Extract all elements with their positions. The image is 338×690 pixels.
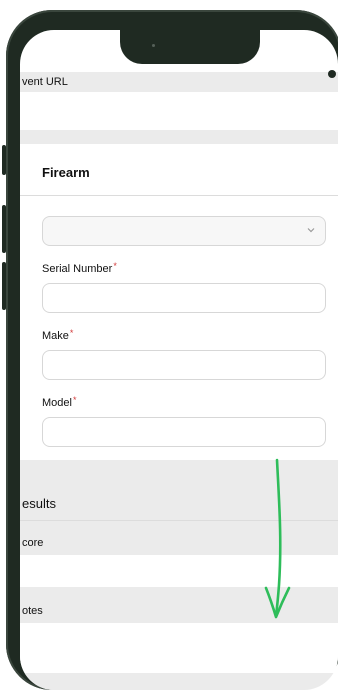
chevron-down-icon: [307, 228, 315, 233]
score-label: core: [22, 537, 44, 549]
phone-frame: vent URL Firearm Serial Number* Make* Mo…: [2, 10, 338, 690]
phone-screen: vent URL Firearm Serial Number* Make* Mo…: [20, 30, 338, 690]
phone-volume-up-button: [2, 205, 6, 253]
notes-label: otes: [22, 605, 43, 617]
results-header: esults: [20, 460, 338, 520]
camera-dot: [328, 70, 336, 78]
firearm-divider: [20, 195, 338, 196]
phone-silent-switch: [2, 145, 6, 175]
model-label-text: Model: [42, 397, 72, 409]
event-url-header: vent URL: [20, 72, 338, 92]
make-input[interactable]: [42, 350, 326, 380]
score-value-area[interactable]: [20, 555, 338, 587]
serial-number-label: Serial Number*: [42, 261, 117, 275]
serial-number-input[interactable]: [42, 283, 326, 313]
notes-value-area[interactable]: [20, 623, 338, 673]
make-label: Make*: [42, 328, 74, 342]
notch-speaker: [152, 44, 155, 47]
results-title: esults: [22, 496, 56, 511]
phone-volume-down-button: [2, 262, 6, 310]
phone-notch: [120, 30, 260, 64]
form-page: vent URL Firearm Serial Number* Make* Mo…: [20, 30, 338, 690]
required-asterisk: *: [113, 261, 117, 271]
firearm-select[interactable]: [42, 216, 326, 246]
serial-number-label-text: Serial Number: [42, 263, 113, 275]
model-label: Model*: [42, 395, 77, 409]
screenshot-stage: vent URL Firearm Serial Number* Make* Mo…: [0, 0, 338, 690]
section-gap: [20, 130, 338, 144]
bottom-band: [20, 673, 338, 690]
required-asterisk: *: [72, 395, 77, 405]
model-input[interactable]: [42, 417, 326, 447]
event-url-label: vent URL: [22, 76, 68, 88]
required-asterisk: *: [69, 328, 74, 338]
firearm-section-title: Firearm: [42, 165, 90, 180]
notes-header: otes: [20, 587, 338, 623]
make-label-text: Make: [42, 330, 69, 342]
score-header: core: [20, 521, 338, 555]
event-url-value-area[interactable]: [20, 92, 338, 130]
